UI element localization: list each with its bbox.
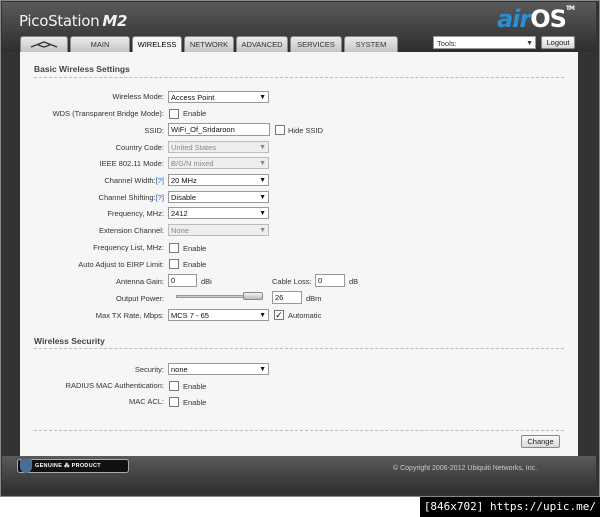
channel-shifting-help-link[interactable]: [?] bbox=[156, 193, 164, 202]
chevron-down-icon: ▼ bbox=[526, 40, 533, 47]
section-title-basic: Basic Wireless Settings bbox=[34, 64, 130, 74]
tab-services[interactable]: SERVICES bbox=[290, 36, 342, 52]
country-code-label: Country Code: bbox=[115, 143, 164, 152]
security-label: Security: bbox=[134, 365, 164, 374]
tab-advanced[interactable]: ADVANCED bbox=[236, 36, 288, 52]
divider bbox=[34, 430, 564, 431]
frequency-list-label: Frequency List, MHz: bbox=[93, 243, 164, 252]
copyright-text: © Copyright 2006-2012 Ubiquiti Networks,… bbox=[393, 465, 538, 472]
wireless-mode-label: Wireless Mode: bbox=[112, 92, 164, 101]
chevron-down-icon: ▼ bbox=[259, 177, 266, 184]
frequency-label: Frequency, MHz: bbox=[107, 209, 164, 218]
channel-width-select[interactable]: 20 MHz ▼ bbox=[168, 174, 269, 186]
ssid-label: SSID: bbox=[144, 126, 164, 135]
chevron-down-icon: ▼ bbox=[259, 160, 266, 167]
tab-system[interactable]: SYSTEM bbox=[344, 36, 398, 52]
section-title-security: Wireless Security bbox=[34, 336, 105, 346]
max-tx-rate-label: Max TX Rate, Mbps: bbox=[95, 311, 164, 320]
antenna-gain-unit: dBi bbox=[201, 277, 212, 286]
frequency-list-option: Enable bbox=[183, 244, 207, 253]
chevron-down-icon: ▼ bbox=[259, 194, 266, 201]
cable-loss-input[interactable]: 0 bbox=[315, 274, 345, 287]
eirp-option: Enable bbox=[183, 260, 207, 269]
frequency-list-checkbox[interactable] bbox=[169, 243, 179, 253]
channel-width-help-link[interactable]: [?] bbox=[156, 176, 164, 185]
product-name: PicoStation M2 bbox=[19, 12, 128, 30]
radius-mac-option: Enable bbox=[183, 382, 207, 391]
eirp-checkbox[interactable] bbox=[169, 259, 179, 269]
chevron-down-icon: ▼ bbox=[259, 94, 266, 101]
frequency-select[interactable]: 2412 ▼ bbox=[168, 207, 269, 219]
channel-shifting-label: Channel Shifting:[?] bbox=[98, 193, 164, 202]
chevron-down-icon: ▼ bbox=[259, 227, 266, 234]
mac-acl-checkbox[interactable] bbox=[169, 397, 179, 407]
airos-logo: airOSTM bbox=[496, 5, 575, 33]
logout-button[interactable]: Logout bbox=[541, 36, 575, 49]
hide-ssid-label: Hide SSID bbox=[288, 126, 324, 135]
tab-wireless[interactable]: WIRELESS bbox=[132, 36, 182, 53]
ieee-mode-select: B/G/N mixed ▼ bbox=[168, 157, 269, 169]
tools-select[interactable]: Tools: ▼ bbox=[433, 36, 536, 49]
mac-acl-option: Enable bbox=[183, 398, 207, 407]
channel-width-label: Channel Width:[?] bbox=[104, 176, 164, 185]
output-power-input[interactable]: 26 bbox=[272, 291, 302, 304]
radius-mac-checkbox[interactable] bbox=[169, 381, 179, 391]
cable-loss-label: Cable Loss: bbox=[272, 277, 312, 286]
chevron-down-icon: ▼ bbox=[259, 210, 266, 217]
output-power-slider-handle[interactable] bbox=[243, 292, 263, 300]
shield-icon bbox=[20, 459, 32, 473]
country-code-select: United States ▼ bbox=[168, 141, 269, 153]
tab-ubnt-logo[interactable] bbox=[20, 36, 68, 52]
image-host-watermark: [846x702] https://upic.me/ bbox=[419, 497, 600, 517]
change-button[interactable]: Change bbox=[521, 435, 560, 448]
tab-network[interactable]: NETWORK bbox=[184, 36, 234, 52]
divider bbox=[34, 77, 564, 78]
automatic-label: Automatic bbox=[288, 311, 322, 320]
wds-option: Enable bbox=[183, 109, 207, 118]
antenna-gain-label: Antenna Gain: bbox=[116, 277, 164, 286]
ieee-mode-label: IEEE 802.11 Mode: bbox=[99, 159, 165, 168]
hide-ssid-checkbox[interactable] bbox=[275, 125, 285, 135]
output-power-label: Output Power: bbox=[116, 294, 164, 303]
divider bbox=[34, 348, 564, 349]
ssid-input[interactable]: WiFi_Of_Sridaroon bbox=[168, 123, 270, 136]
extension-channel-select: None ▼ bbox=[168, 224, 269, 236]
extension-channel-label: Extension Channel: bbox=[98, 226, 164, 235]
wireless-mode-select[interactable]: Access Point ▼ bbox=[168, 91, 269, 103]
tab-main[interactable]: MAIN bbox=[70, 36, 130, 52]
output-power-unit: dBm bbox=[306, 294, 322, 303]
chevron-down-icon: ▼ bbox=[259, 312, 266, 319]
settings-panel: Basic Wireless Settings Wireless Mode: A… bbox=[20, 52, 578, 456]
genuine-product-badge: GENUINE ⁂ PRODUCT bbox=[17, 459, 129, 473]
chevron-down-icon: ▼ bbox=[259, 366, 266, 373]
max-tx-rate-select[interactable]: MCS 7 - 65 ▼ bbox=[168, 309, 269, 321]
eirp-label: Auto Adjust to EIRP Limit: bbox=[78, 260, 164, 269]
ubiquiti-logo-icon bbox=[30, 41, 58, 48]
chevron-down-icon: ▼ bbox=[259, 144, 266, 151]
mac-acl-label: MAC ACL: bbox=[128, 397, 164, 406]
automatic-checkbox[interactable]: ✓ bbox=[274, 310, 284, 320]
cable-loss-unit: dB bbox=[349, 277, 359, 286]
security-select[interactable]: none ▼ bbox=[168, 363, 269, 375]
wds-checkbox[interactable] bbox=[169, 109, 179, 119]
antenna-gain-input[interactable]: 0 bbox=[168, 274, 197, 287]
channel-shifting-select[interactable]: Disable ▼ bbox=[168, 191, 269, 203]
wds-label: WDS (Transparent Bridge Mode): bbox=[52, 109, 164, 118]
radius-mac-label: RADIUS MAC Authentication: bbox=[65, 381, 164, 390]
